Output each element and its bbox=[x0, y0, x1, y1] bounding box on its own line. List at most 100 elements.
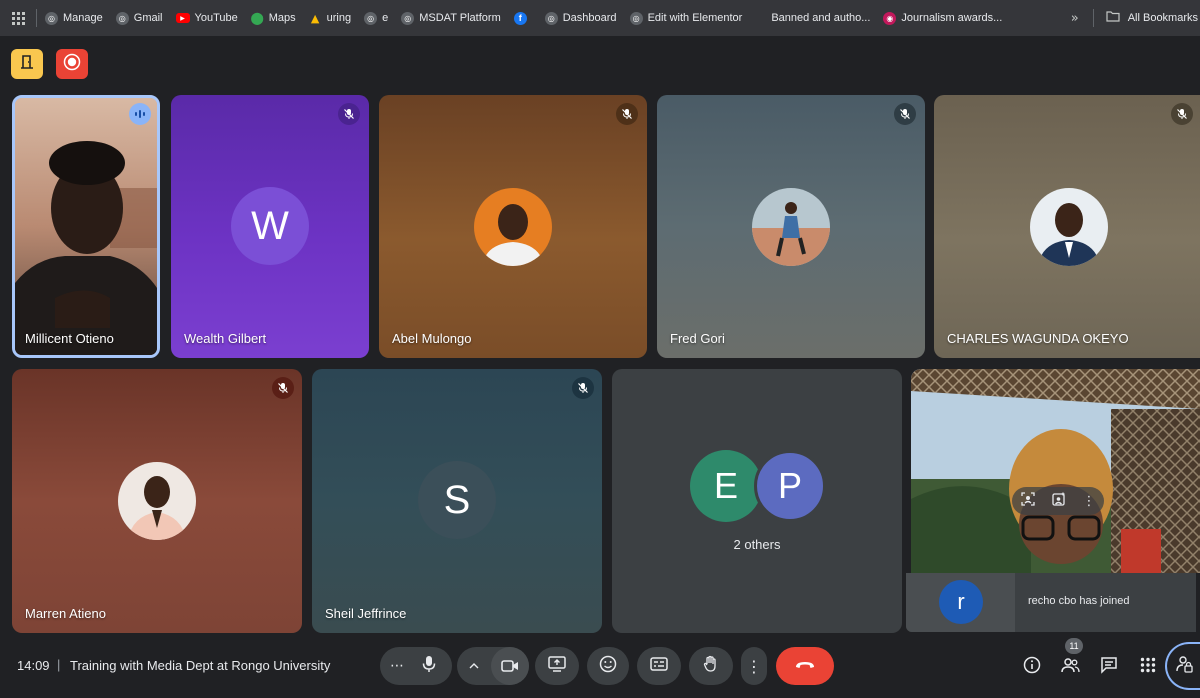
host-controls-button[interactable] bbox=[1165, 642, 1200, 690]
meeting-details-button[interactable] bbox=[1019, 654, 1045, 680]
shield-lock-icon bbox=[1175, 655, 1193, 678]
more-options-vertical-icon[interactable]: ⋮ bbox=[1083, 494, 1096, 509]
meeting-time: 14:09 bbox=[17, 658, 50, 673]
participant-name: Wealth Gilbert bbox=[184, 331, 267, 346]
raise-hand-button[interactable] bbox=[689, 647, 733, 685]
bookmark-manage[interactable]: ◎ Manage bbox=[45, 11, 103, 25]
visual-effects-icon[interactable] bbox=[1051, 492, 1066, 511]
camera-icon[interactable] bbox=[491, 647, 529, 685]
present-screen-icon bbox=[548, 655, 566, 677]
door-icon bbox=[19, 54, 35, 75]
bookmark-gmail[interactable]: ◎ Gmail bbox=[115, 11, 163, 25]
participant-name: Millicent Otieno bbox=[25, 331, 114, 346]
captions-icon bbox=[650, 656, 668, 676]
meeting-title: Training with Media Dept at Rongo Univer… bbox=[70, 658, 331, 673]
participant-tile-sheil[interactable]: S Sheil Jeffrince bbox=[312, 369, 602, 633]
frame-icon[interactable] bbox=[1020, 491, 1035, 511]
mic-off-icon bbox=[272, 377, 294, 399]
bookmark-journalism[interactable]: ◉ Journalism awards... bbox=[883, 11, 1002, 25]
microphone-icon[interactable] bbox=[422, 655, 436, 678]
participant-tile-abel[interactable]: Abel Mulongo bbox=[379, 95, 647, 358]
chevron-up-icon[interactable] bbox=[469, 657, 479, 675]
globe-icon: ◎ bbox=[115, 11, 129, 25]
activities-button[interactable] bbox=[1135, 654, 1161, 680]
apps-grid-icon[interactable] bbox=[0, 11, 36, 25]
maps-pin-icon: ⬤ bbox=[250, 11, 264, 25]
reactions-button[interactable] bbox=[587, 647, 629, 685]
participant-tile-millicent[interactable]: Millicent Otieno bbox=[12, 95, 160, 358]
more-vertical-icon: ⋮ bbox=[746, 656, 762, 676]
participant-avatar bbox=[752, 188, 830, 266]
participant-tile-wealth[interactable]: W Wealth Gilbert bbox=[171, 95, 369, 358]
speaking-indicator bbox=[129, 103, 151, 125]
bookmark-msdat[interactable]: ◎ MSDAT Platform bbox=[401, 11, 501, 25]
more-options-button[interactable]: ⋮ bbox=[741, 647, 767, 685]
bookmark-banned[interactable]: Banned and autho... bbox=[771, 12, 870, 24]
mic-off-icon bbox=[1171, 103, 1193, 125]
raise-hand-icon bbox=[703, 655, 719, 678]
leave-call-button[interactable] bbox=[776, 647, 834, 685]
participant-avatar: S bbox=[418, 461, 496, 539]
chevron-double-right-icon[interactable]: » bbox=[1071, 11, 1079, 26]
globe-icon: ◎ bbox=[544, 11, 558, 25]
hang-up-icon bbox=[794, 657, 816, 675]
people-count-badge: 11 bbox=[1065, 638, 1083, 654]
folder-icon bbox=[1106, 11, 1120, 25]
participant-tile-charles[interactable]: CHARLES WAGUNDA OKEYO bbox=[934, 95, 1200, 358]
bookmark-uring[interactable]: ▲ uring bbox=[309, 12, 351, 25]
bookmark-e[interactable]: ◎ e bbox=[364, 11, 388, 25]
notification-text: recho cbo has joined bbox=[1028, 595, 1130, 607]
participant-avatar: W bbox=[231, 187, 309, 265]
meeting-info-button[interactable] bbox=[11, 49, 43, 79]
participant-name: CHARLES WAGUNDA OKEYO bbox=[947, 331, 1129, 346]
participant-name: Sheil Jeffrince bbox=[325, 606, 407, 621]
self-video bbox=[911, 369, 1200, 573]
others-tile[interactable]: E P 2 others bbox=[612, 369, 902, 633]
youtube-icon: ▶ bbox=[175, 13, 190, 23]
mic-off-icon bbox=[894, 103, 916, 125]
info-icon bbox=[1023, 656, 1041, 679]
awards-icon: ◉ bbox=[883, 11, 897, 25]
recording-button[interactable] bbox=[56, 49, 88, 79]
emoji-icon bbox=[599, 655, 617, 678]
present-screen-button[interactable] bbox=[535, 647, 579, 685]
camera-control-group bbox=[457, 647, 529, 685]
captions-button[interactable] bbox=[637, 647, 681, 685]
more-mic-options-icon[interactable]: ⋯ bbox=[390, 658, 404, 674]
mic-control-group: ⋯ bbox=[380, 647, 452, 685]
participant-tile-fred[interactable]: Fred Gori bbox=[657, 95, 925, 358]
participant-name: Abel Mulongo bbox=[392, 331, 472, 346]
bookmark-elementor[interactable]: ◎ Edit with Elementor bbox=[629, 11, 742, 25]
globe-icon: ◎ bbox=[401, 11, 415, 25]
activities-grid-icon bbox=[1140, 657, 1156, 678]
drive-icon: ▲ bbox=[310, 11, 320, 25]
participant-tile-marren[interactable]: Marren Atieno bbox=[12, 369, 302, 633]
participant-video bbox=[15, 98, 157, 355]
participant-avatar bbox=[118, 462, 196, 540]
people-button[interactable]: 11 bbox=[1057, 638, 1083, 680]
participant-avatar bbox=[474, 188, 552, 266]
chat-icon bbox=[1100, 656, 1118, 679]
notification-avatar: r bbox=[939, 580, 983, 624]
bookmark-youtube[interactable]: ▶ YouTube bbox=[175, 12, 238, 24]
bookmark-dashboard[interactable]: ◎ Dashboard bbox=[544, 11, 617, 25]
self-view-controls: ⋮ bbox=[1012, 487, 1104, 515]
bookmark-maps[interactable]: ⬤ Maps bbox=[250, 11, 296, 25]
mic-off-icon bbox=[572, 377, 594, 399]
bookmarks-divider bbox=[36, 9, 37, 27]
others-avatar-p: P bbox=[754, 450, 826, 522]
participant-name: Fred Gori bbox=[670, 331, 725, 346]
participant-name: Marren Atieno bbox=[25, 606, 106, 621]
record-icon bbox=[63, 53, 81, 76]
mic-off-icon bbox=[338, 103, 360, 125]
time-title-separator: | bbox=[57, 657, 61, 672]
bookmark-facebook[interactable]: f bbox=[513, 11, 532, 25]
self-view-tile[interactable]: ⋮ bbox=[911, 369, 1200, 573]
chat-button[interactable] bbox=[1096, 654, 1122, 680]
bookmarks-divider-right bbox=[1092, 9, 1094, 27]
others-count-label: 2 others bbox=[733, 537, 781, 552]
mic-off-icon bbox=[616, 103, 638, 125]
all-bookmarks-label[interactable]: All Bookmarks bbox=[1128, 12, 1198, 24]
join-notification: r recho cbo has joined bbox=[906, 573, 1196, 632]
bookmarks-bar: ◎ Manage ◎ Gmail ▶ YouTube ⬤ Maps ▲ uring ◎ e … bbox=[0, 0, 1200, 36]
